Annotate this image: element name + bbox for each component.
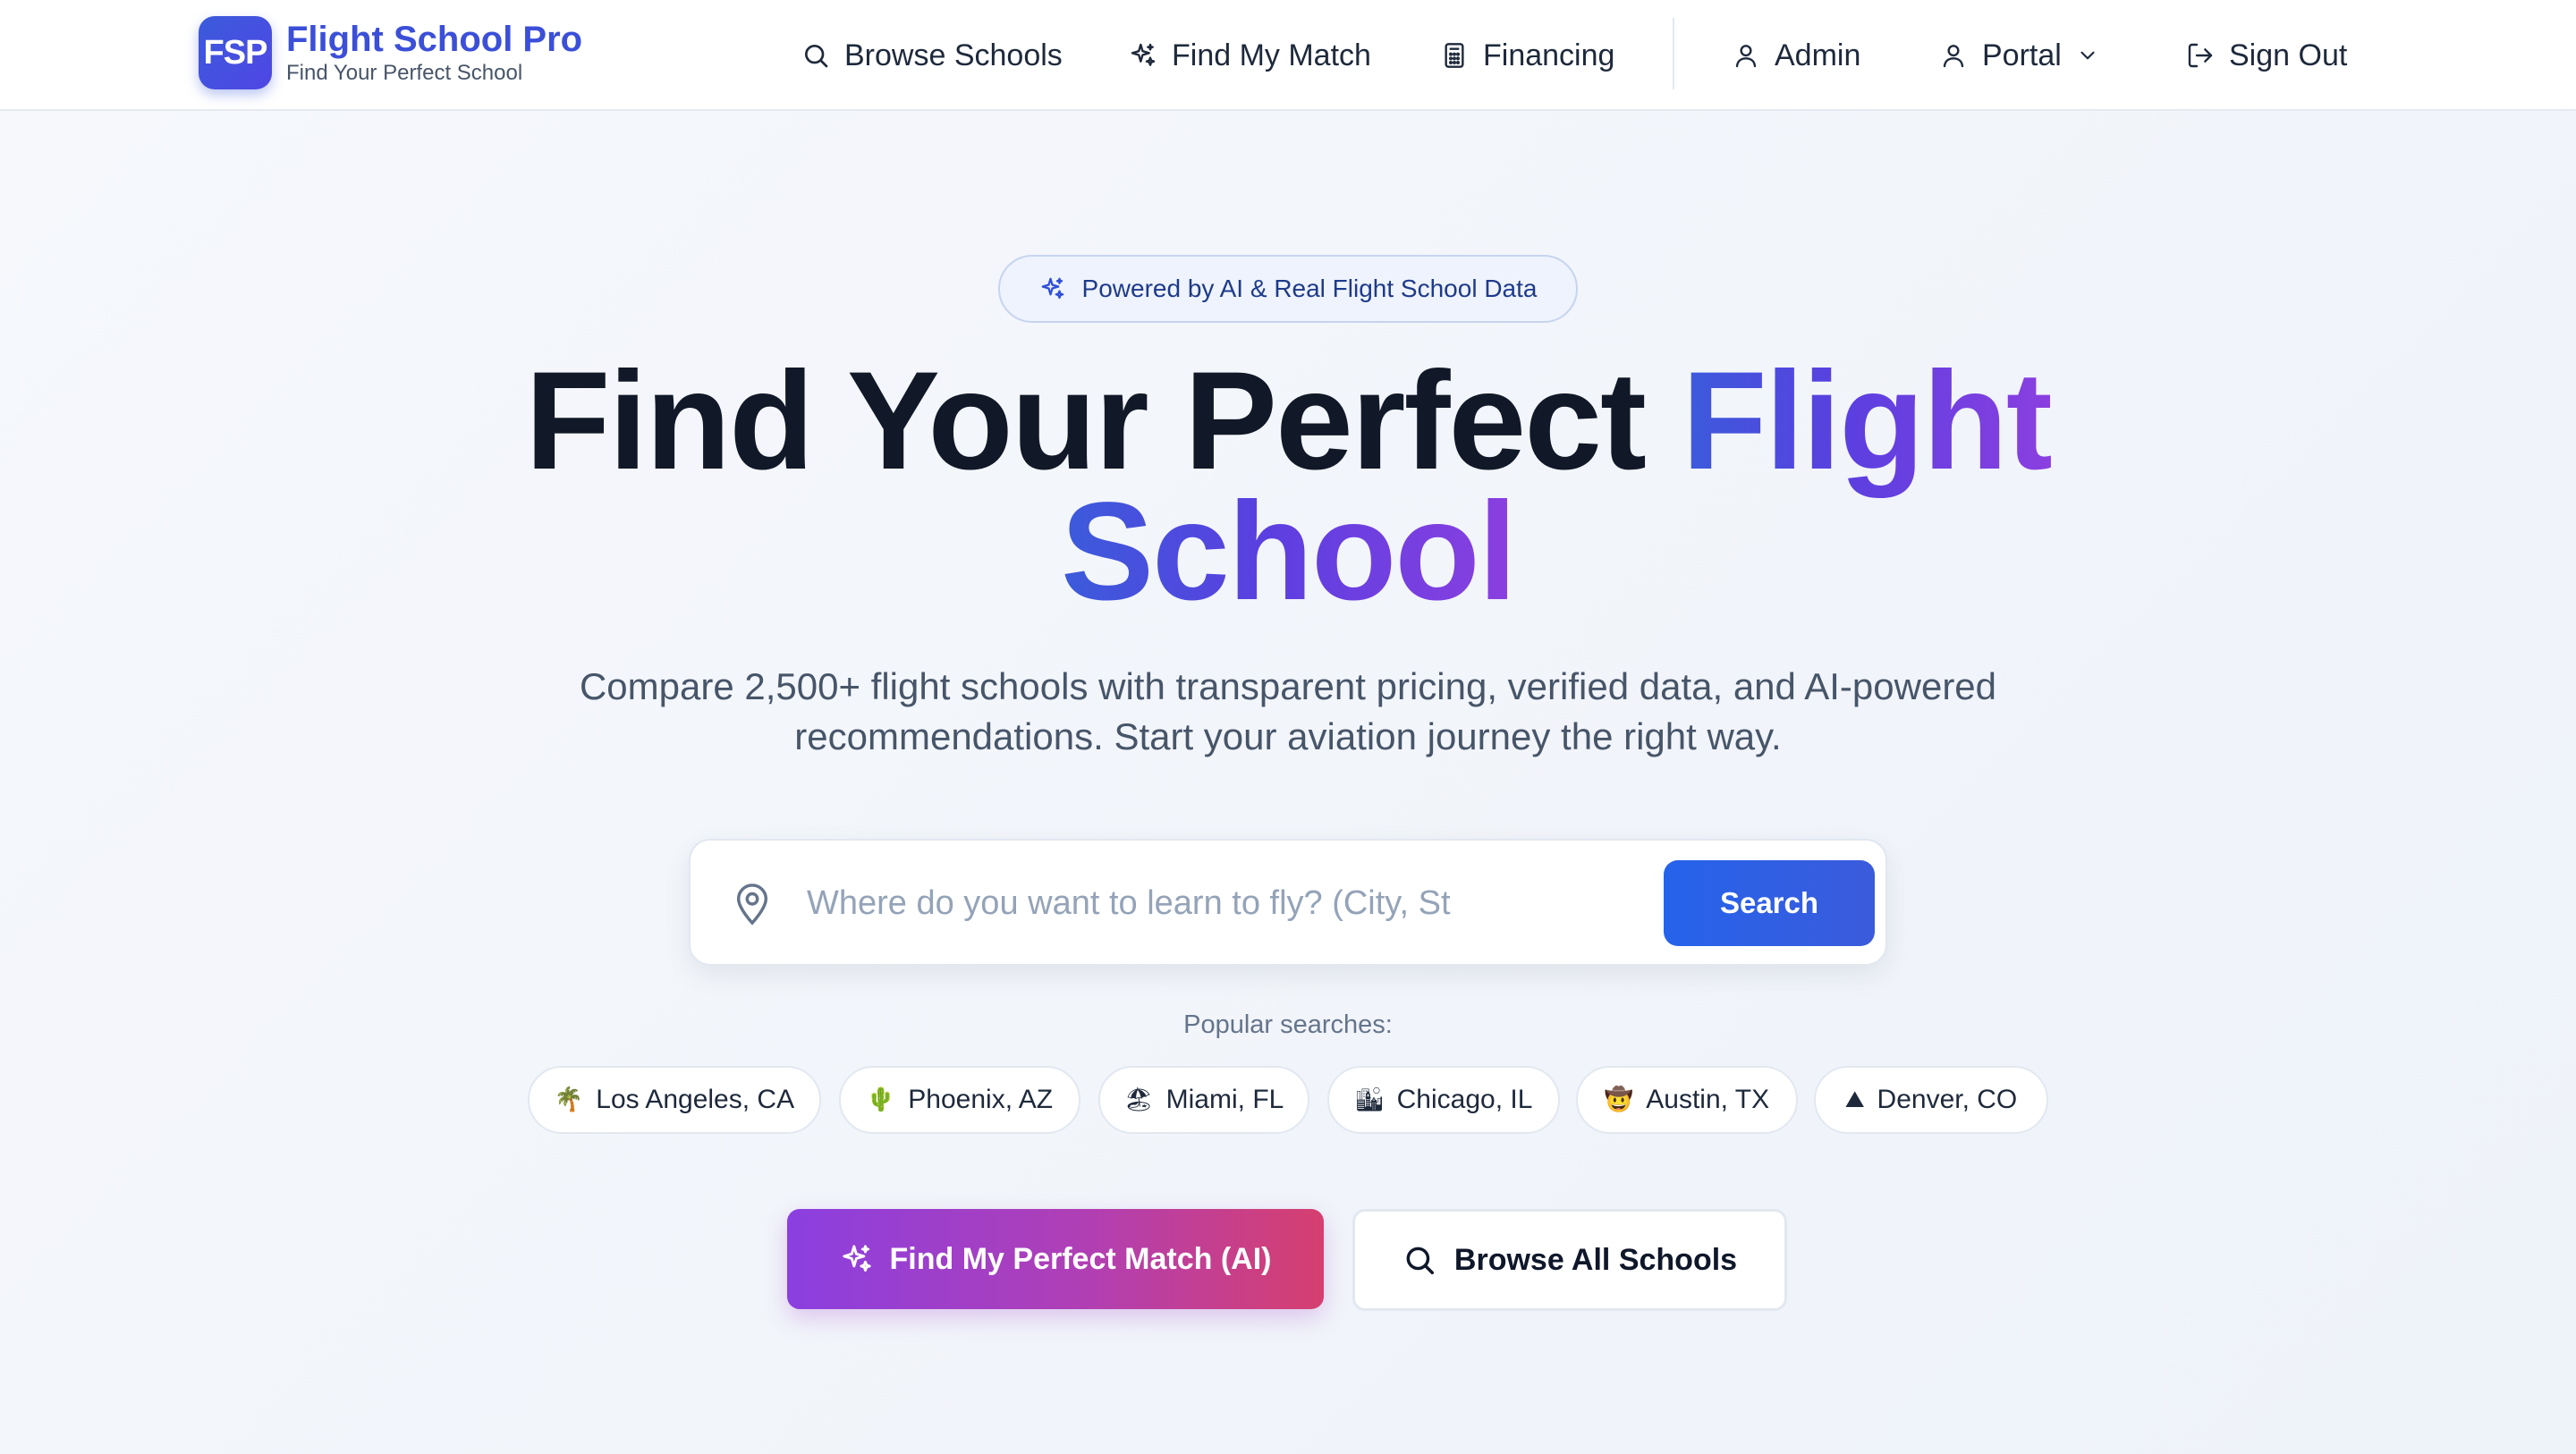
- calculator-icon: [1445, 43, 1464, 68]
- chip-label: Los Angeles, CA: [596, 1085, 795, 1114]
- chip-label: Chicago, IL: [1396, 1085, 1533, 1114]
- sparkles-icon: [1041, 277, 1063, 300]
- nav-divider: [1673, 18, 1674, 89]
- nav-sign-out-label: Sign Out: [2229, 38, 2348, 72]
- hero-subtext: Compare 2,500+ flight schools with trans…: [579, 665, 1997, 757]
- browse-all-schools-button[interactable]: Browse All Schools: [1352, 1209, 1787, 1311]
- headline-accent-2: School: [1060, 474, 1517, 630]
- popular-chip-austin[interactable]: 🤠 Austin, TX: [1576, 1066, 1798, 1134]
- logo-subtitle: Find Your Perfect School: [286, 61, 523, 85]
- nav-browse-schools-label: Browse Schools: [844, 38, 1063, 72]
- cactus-icon: 🌵: [866, 1086, 896, 1113]
- sparkles-icon: [842, 1245, 871, 1272]
- logo-text: Flight School Pro Find Your Perfect Scho…: [286, 21, 582, 84]
- user-icon: [1735, 45, 1757, 68]
- browse-all-schools-label: Browse All Schools: [1453, 1242, 1738, 1277]
- logo-badge: FSP: [199, 16, 272, 89]
- nav-admin[interactable]: Admin: [1732, 27, 1860, 84]
- chip-label: Austin, TX: [1646, 1085, 1770, 1114]
- popular-chip-los-angeles[interactable]: 🌴 Los Angeles, CA: [528, 1066, 821, 1134]
- chip-label: Miami, FL: [1165, 1085, 1284, 1114]
- popular-chip-miami[interactable]: 🏖 Miami, FL: [1098, 1066, 1309, 1134]
- popular-chip-denver[interactable]: ⛰ Denver, CO: [1814, 1066, 2048, 1134]
- beach-icon: 🏖: [1123, 1086, 1154, 1113]
- find-my-match-ai-button[interactable]: Find My Perfect Match (AI): [787, 1209, 1324, 1309]
- chip-label: Phoenix, AZ: [908, 1085, 1054, 1114]
- location-search-input[interactable]: [807, 867, 1451, 939]
- popular-chip-phoenix[interactable]: 🌵 Phoenix, AZ: [839, 1066, 1080, 1134]
- find-my-match-ai-label: Find My Perfect Match (AI): [889, 1241, 1272, 1276]
- nav-financing[interactable]: Financing: [1440, 27, 1614, 84]
- headline-accent-1: Flight: [1682, 343, 2053, 499]
- user-icon: [1943, 45, 1964, 68]
- hero-headline: Find Your Perfect Flight School: [0, 351, 2576, 621]
- cowboy-icon: 🤠: [1604, 1086, 1634, 1113]
- nav-portal-label: Portal: [1982, 38, 2062, 72]
- brand-logo[interactable]: FSP Flight School Pro Find Your Perfect …: [199, 16, 582, 89]
- ai-badge-text: Powered by AI & Real Flight School Data: [1081, 275, 1538, 302]
- popular-chip-chicago[interactable]: 🏙 Chicago, IL: [1327, 1066, 1560, 1134]
- top-nav: FSP Flight School Pro Find Your Perfect …: [0, 0, 2576, 111]
- nav-find-my-match[interactable]: Find My Match: [1129, 27, 1371, 84]
- cityscape-icon: 🏙: [1354, 1086, 1385, 1113]
- nav-find-my-match-label: Find My Match: [1172, 38, 1371, 72]
- ai-badge: Powered by AI & Real Flight School Data: [998, 255, 1578, 323]
- popular-searches-label: Popular searches:: [1183, 1010, 1393, 1039]
- nav-financing-label: Financing: [1483, 38, 1615, 72]
- nav-browse-schools[interactable]: Browse Schools: [801, 27, 1063, 84]
- map-pin-icon: [736, 883, 768, 926]
- logo-title: Flight School Pro: [286, 20, 583, 59]
- nav-admin-label: Admin: [1775, 38, 1861, 72]
- sparkles-icon: [1131, 43, 1156, 66]
- search-button[interactable]: Search: [1664, 860, 1875, 946]
- nav-portal-dropdown[interactable]: Portal: [1939, 27, 2099, 84]
- search-icon: [1406, 1247, 1434, 1274]
- sign-out-icon: [2188, 43, 2213, 68]
- chip-label: Denver, CO: [1877, 1085, 2018, 1114]
- nav-sign-out[interactable]: Sign Out: [2186, 27, 2347, 84]
- location-search-bar: Search: [689, 839, 1887, 966]
- palm-tree-icon: 🌴: [554, 1086, 584, 1113]
- chevron-down-icon: [2080, 51, 2095, 60]
- search-icon: [805, 45, 828, 68]
- mountain-icon: ⛰: [1844, 1086, 1865, 1113]
